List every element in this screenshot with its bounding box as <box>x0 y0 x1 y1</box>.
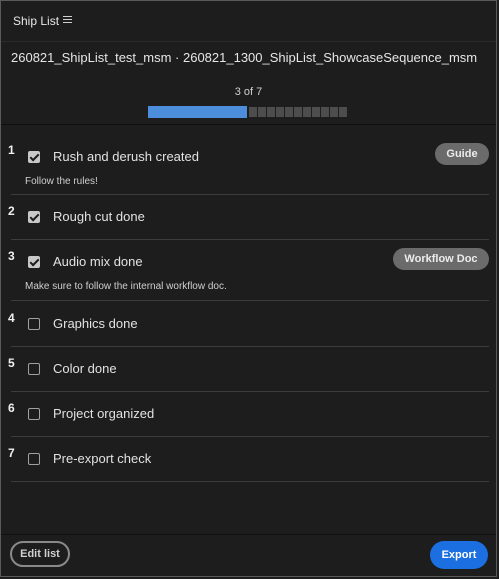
export-button[interactable]: Export <box>430 541 488 569</box>
task-checkbox-3[interactable] <box>28 256 40 268</box>
progress-segment <box>285 107 293 117</box>
task-row-7: 7 Pre-export check <box>8 445 489 482</box>
guide-button[interactable]: Guide <box>435 143 489 165</box>
task-number: 7 <box>8 446 15 460</box>
task-row-6: 6 Project organized <box>8 400 489 437</box>
progress-area: 3 of 7 <box>1 75 496 125</box>
panel-header: Ship List <box>1 1 496 42</box>
task-row-3: 3 Audio mix done Workflow Doc Make sure … <box>8 248 489 301</box>
progress-text: 3 of 7 <box>234 86 263 98</box>
edit-list-button[interactable]: Edit list <box>10 541 70 567</box>
progress-segment <box>276 107 284 117</box>
task-number: 2 <box>8 204 15 218</box>
task-row-2: 2 Rough cut done <box>8 203 489 240</box>
task-note: Make sure to follow the internal workflo… <box>25 281 227 292</box>
progress-segment <box>330 107 338 117</box>
sequence-name: 260821_ShipList_test_msm · 260821_1300_S… <box>11 50 478 65</box>
footer-divider <box>1 534 496 535</box>
hamburger-menu-icon[interactable] <box>63 16 72 24</box>
task-checkbox-5[interactable] <box>28 363 40 375</box>
task-checkbox-6[interactable] <box>28 408 40 420</box>
task-number: 3 <box>8 249 15 263</box>
task-checkbox-1[interactable] <box>28 151 40 163</box>
task-row-1: 1 Rush and derush created Guide Follow t… <box>8 142 489 195</box>
task-row-5: 5 Color done <box>8 355 489 392</box>
progress-fill <box>148 106 247 118</box>
workflow-doc-button[interactable]: Workflow Doc <box>393 248 489 270</box>
progress-segment <box>312 107 320 117</box>
progress-bar <box>148 106 353 118</box>
task-label: Project organized <box>53 406 155 421</box>
task-checkbox-7[interactable] <box>28 453 40 465</box>
task-number: 5 <box>8 356 15 370</box>
task-row-4: 4 Graphics done <box>8 310 489 347</box>
task-checkbox-4[interactable] <box>28 318 40 330</box>
task-number: 6 <box>8 401 15 415</box>
progress-segment <box>321 107 329 117</box>
task-label: Graphics done <box>53 316 138 331</box>
task-label: Rough cut done <box>53 209 145 224</box>
task-label: Pre-export check <box>53 451 152 466</box>
progress-segment <box>267 107 275 117</box>
progress-segment <box>303 107 311 117</box>
progress-segment <box>258 107 266 117</box>
task-label: Audio mix done <box>53 254 143 269</box>
ship-list-panel: Ship List 260821_ShipList_test_msm · 260… <box>1 1 496 576</box>
task-checkbox-2[interactable] <box>28 211 40 223</box>
progress-segment <box>339 107 347 117</box>
task-number: 4 <box>8 311 15 325</box>
progress-segment <box>249 107 257 117</box>
panel-title[interactable]: Ship List <box>13 14 59 28</box>
task-label: Color done <box>53 361 117 376</box>
task-label: Rush and derush created <box>53 149 199 164</box>
progress-segment <box>294 107 302 117</box>
task-number: 1 <box>8 143 15 157</box>
task-note: Follow the rules! <box>25 176 98 187</box>
